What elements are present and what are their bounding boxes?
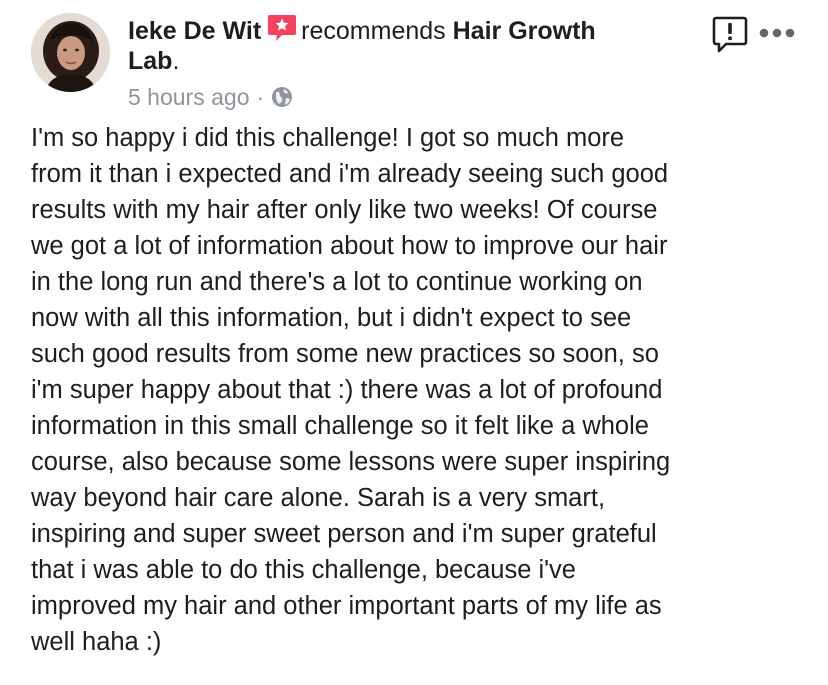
star-speech-bubble-icon xyxy=(267,14,297,49)
page-name-period: . xyxy=(172,47,180,75)
more-options-icon[interactable] xyxy=(758,26,796,40)
globe-icon[interactable] xyxy=(271,86,293,108)
recommends-verb: recommends xyxy=(301,17,446,45)
timestamp[interactable]: 5 hours ago xyxy=(128,83,249,111)
post-body: I'm so happy i did this challenge! I got… xyxy=(31,124,671,656)
avatar-image xyxy=(31,13,110,92)
page-name-continued[interactable]: Lab xyxy=(128,47,172,75)
recommendation-post: Ieke De Wit recommends Hair Growth Lab. 5… xyxy=(0,0,828,685)
post-header-line2: Lab. xyxy=(128,46,179,76)
author-name[interactable]: Ieke De Wit xyxy=(128,17,261,45)
page-name[interactable]: Hair Growth xyxy=(453,17,596,45)
meta-separator: · xyxy=(256,84,265,110)
avatar[interactable] xyxy=(31,13,110,92)
post-meta: 5 hours ago · xyxy=(128,83,293,111)
post-header-line1: Ieke De Wit recommends Hair Growth xyxy=(128,14,596,51)
report-exclamation-icon[interactable] xyxy=(712,16,748,54)
